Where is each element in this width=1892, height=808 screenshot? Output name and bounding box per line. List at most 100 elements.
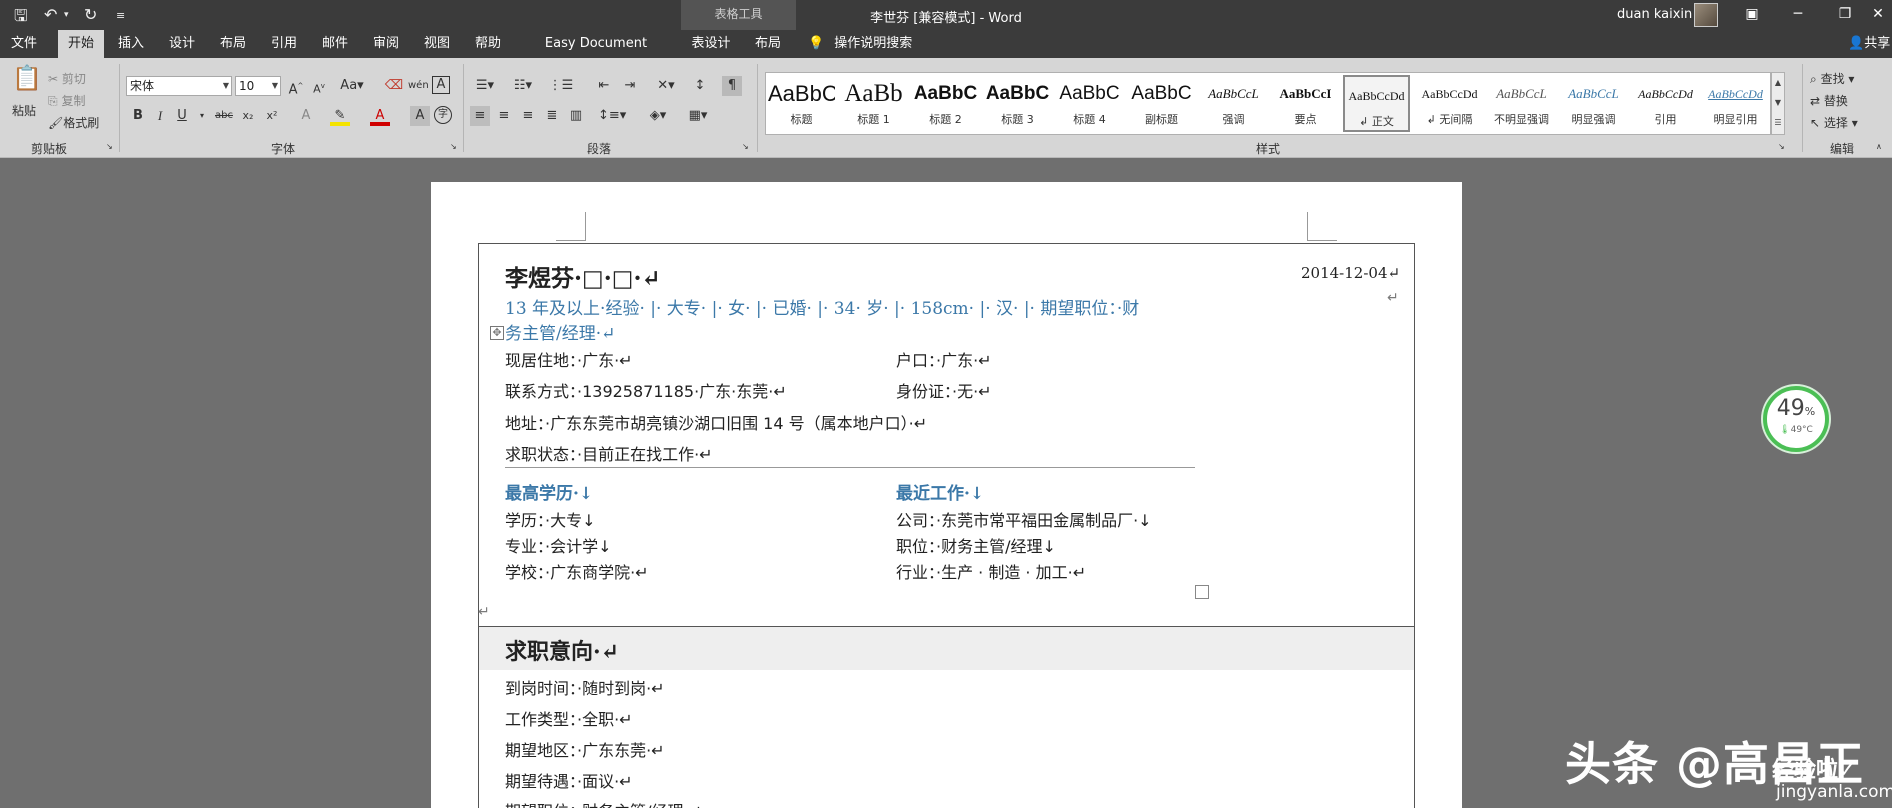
share-button[interactable]: 👤共享 [1848, 30, 1890, 58]
style-heading-3[interactable]: AaBbC 标题 3 [984, 75, 1051, 132]
user-name[interactable]: duan kaixin [1617, 7, 1692, 22]
degree-field[interactable]: 学历：·大专↓ [505, 507, 596, 531]
style-no-spacing[interactable]: AaBbCcDd ↲ 无间隔 [1416, 75, 1483, 132]
justify-icon[interactable]: ≣ [542, 106, 562, 126]
style-heading-1[interactable]: AaBb 标题 1 [840, 75, 907, 132]
shrink-font-icon[interactable]: Av [309, 76, 329, 96]
change-case-icon[interactable]: Aa▾ [338, 76, 366, 96]
copy-button[interactable]: ⎘ 复制 [48, 92, 85, 109]
italic-button[interactable]: I [150, 106, 170, 126]
font-launcher-icon[interactable]: ↘ [450, 142, 457, 151]
bullets-icon[interactable]: ☰▾ [472, 76, 498, 96]
tab-mailings[interactable]: 邮件 [316, 30, 354, 58]
style-subtle-emphasis[interactable]: AaBbCcL 不明显强调 [1488, 75, 1555, 132]
tab-review[interactable]: 审阅 [367, 30, 405, 58]
grow-font-icon[interactable]: A^ [286, 76, 306, 97]
style-normal[interactable]: AaBbCcDd ↲ 正文 [1343, 75, 1410, 132]
tab-design[interactable]: 设计 [163, 30, 201, 58]
show-marks-icon[interactable]: ¶ [722, 76, 742, 96]
expected-position-field[interactable]: 期望职位：·财务主管/经理·↵ [505, 798, 702, 808]
select-button[interactable]: ↖ 选择 ▾ [1810, 114, 1858, 131]
tab-help[interactable]: 帮助 [469, 30, 507, 58]
save-icon[interactable]: 🖫 [14, 5, 28, 32]
replace-button[interactable]: ⇄ 替换 [1810, 92, 1848, 109]
sort-icon[interactable]: ↕ [690, 76, 710, 96]
major-field[interactable]: 专业：·会计学↓ [505, 533, 612, 557]
chinese-layout-icon[interactable]: ✕▾ [652, 76, 680, 96]
decrease-indent-icon[interactable]: ⇤ [594, 76, 614, 96]
char-shading-icon[interactable]: A [410, 106, 430, 126]
tab-home[interactable]: 开始 [58, 30, 104, 58]
style-heading-2[interactable]: AaBbC 标题 2 [912, 75, 979, 132]
numbering-icon[interactable]: ☷▾ [510, 76, 536, 96]
increase-indent-icon[interactable]: ⇥ [620, 76, 640, 96]
company-field[interactable]: 公司：·东莞市常平福田金属制品厂·↓ [896, 507, 1152, 531]
style-heading-4[interactable]: AaBbC 标题 4 [1056, 75, 1123, 132]
resume-date[interactable]: 2014-12-04↵ [1301, 264, 1400, 282]
position-field[interactable]: 职位：·财务主管/经理↓ [896, 533, 1056, 557]
chevron-down-icon[interactable]: ▼ [1772, 93, 1784, 113]
phonetic-guide-icon[interactable]: wén [408, 76, 429, 96]
close-icon[interactable]: ✕ [1868, 4, 1888, 24]
style-quote[interactable]: AaBbCcDd 引用 [1632, 75, 1699, 132]
borders-icon[interactable]: ▦▾ [684, 106, 712, 126]
contact-field[interactable]: 联系方式：·13925871185·广东·东莞·↵ [505, 378, 787, 402]
style-intense-emphasis[interactable]: AaBbCcL 明显强调 [1560, 75, 1627, 132]
tab-table-layout[interactable]: 布局 [748, 30, 788, 58]
industry-field[interactable]: 行业：·生产 · 制造 · 加工·↵ [896, 559, 1086, 583]
school-field[interactable]: 学校：·广东商学院·↵ [505, 559, 649, 583]
strikethrough-button[interactable]: abc [212, 106, 236, 126]
paragraph-launcher-icon[interactable]: ↘ [742, 142, 749, 151]
paste-icon[interactable]: 📋 [12, 66, 42, 98]
bold-button[interactable]: B [128, 106, 148, 126]
tab-references[interactable]: 引用 [265, 30, 303, 58]
tab-view[interactable]: 视图 [418, 30, 456, 58]
cut-button[interactable]: ✂ 剪切 [48, 70, 86, 87]
undo-dropdown-icon[interactable]: ▾ [64, 10, 69, 20]
resume-name[interactable]: 李煜芬·□·□·↵ [505, 259, 661, 293]
superscript-button[interactable]: x² [262, 106, 282, 126]
tell-me-search[interactable]: 💡 操作说明搜索 [808, 30, 912, 58]
clipboard-launcher-icon[interactable]: ↘ [106, 142, 113, 151]
tab-table-design[interactable]: 表设计 [686, 30, 736, 58]
style-strong[interactable]: AaBbCcI 要点 [1272, 75, 1339, 132]
minimize-icon[interactable]: ─ [1788, 4, 1808, 24]
underline-dropdown-icon[interactable]: ▾ [192, 106, 212, 126]
redo-icon[interactable]: ↻ [84, 5, 97, 24]
hukou-field[interactable]: 户口：·广东·↵ [896, 347, 992, 371]
avatar[interactable] [1694, 3, 1718, 27]
find-button[interactable]: ⌕ 查找 ▾ [1810, 70, 1854, 87]
chevron-up-icon[interactable]: ▲ [1772, 73, 1784, 93]
char-border-icon[interactable]: A [432, 76, 450, 94]
more-styles-icon[interactable]: ☰ [1772, 113, 1784, 133]
undo-icon[interactable]: ↶ [44, 5, 57, 24]
region-field[interactable]: 期望地区：·广东东莞·↵ [505, 737, 665, 761]
tab-layout[interactable]: 布局 [214, 30, 252, 58]
underline-button[interactable]: U [172, 106, 192, 126]
ribbon-display-icon[interactable]: ▣ [1742, 4, 1762, 24]
collapse-ribbon-icon[interactable]: ∧ [1876, 142, 1882, 151]
multilevel-list-icon[interactable]: ⋮☰ [548, 76, 574, 96]
tab-easy-document-creator[interactable]: Easy Document Creator [521, 30, 671, 79]
line-spacing-icon[interactable]: ↕≡▾ [598, 106, 626, 126]
enclose-char-icon[interactable]: 字 [434, 106, 452, 124]
style-title[interactable]: AaBbC 标题 [768, 75, 835, 132]
resume-summary-line-1[interactable]: 13 年及以上·经验· |· 大专· |· 女· |· 已婚· |· 34· 岁… [505, 294, 1139, 319]
style-emphasis[interactable]: AaBbCcL 强调 [1200, 75, 1267, 132]
font-name-combo[interactable]: 宋体 ▼ [126, 76, 232, 96]
idcard-field[interactable]: 身份证：·无·↵ [896, 378, 992, 402]
distributed-icon[interactable]: ▥ [566, 106, 586, 126]
tab-file[interactable]: 文件 [6, 30, 42, 58]
align-left-icon[interactable]: ≡ [470, 106, 490, 126]
education-heading[interactable]: 最高学历·↓ [505, 479, 593, 504]
performance-gauge[interactable]: 49% 🌡49°C [1763, 386, 1829, 452]
salary-field[interactable]: 期望待遇：·面议·↵ [505, 768, 633, 792]
text-effects-icon[interactable]: A [296, 106, 316, 126]
clear-format-icon[interactable]: ⌫ [384, 76, 404, 96]
highlight-icon[interactable]: ✎ [330, 106, 350, 126]
resume-summary-line-2[interactable]: 务主管/经理·↵ [505, 319, 615, 344]
tab-insert[interactable]: 插入 [112, 30, 150, 58]
style-subtitle[interactable]: AaBbC 副标题 [1128, 75, 1195, 132]
shading-icon[interactable]: ◈▾ [644, 106, 672, 126]
subscript-button[interactable]: x₂ [238, 106, 258, 126]
